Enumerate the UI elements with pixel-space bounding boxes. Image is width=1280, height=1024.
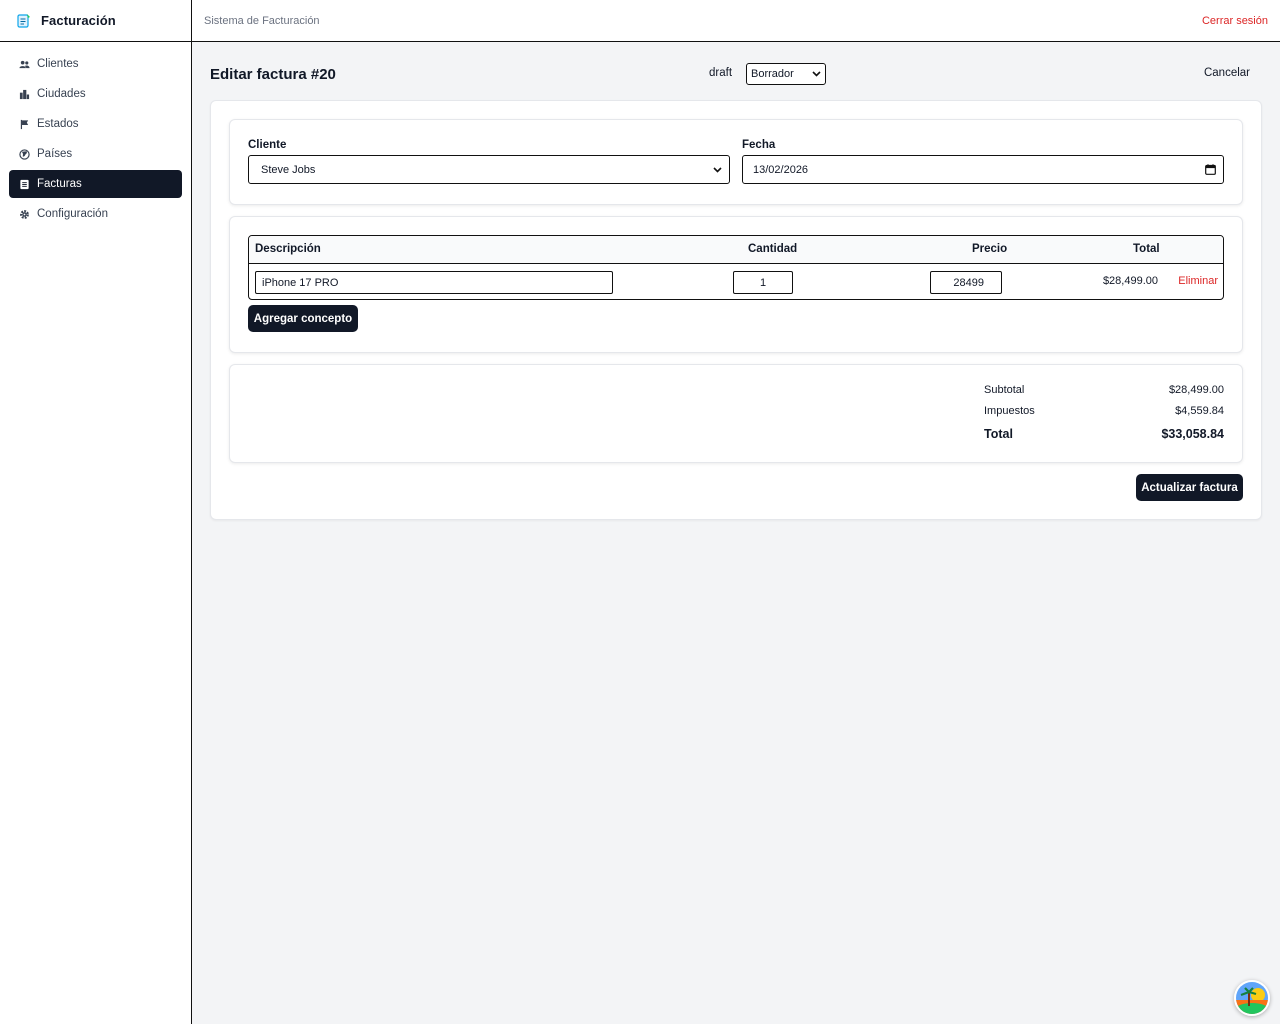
quantity-value: 1	[759, 276, 767, 289]
cancel-link[interactable]: Cancelar	[1204, 67, 1250, 79]
avatar[interactable]	[1234, 980, 1270, 1016]
client-select-value: Steve Jobs	[261, 163, 316, 176]
table-header: Descripción Cantidad Precio Total	[249, 236, 1223, 264]
remove-item-button[interactable]: Eliminar	[1178, 275, 1218, 287]
date-label: Fecha	[742, 139, 776, 151]
subtotal-value: $28,499.00	[1168, 384, 1224, 396]
users-icon	[19, 60, 30, 68]
sidebar-item-label: Estados	[37, 118, 79, 130]
system-name: Sistema de Facturación	[204, 14, 320, 27]
description-input[interactable]: iPhone 17 PRO	[255, 271, 613, 294]
sidebar-item-estados[interactable]: Estados	[9, 110, 182, 138]
header-price: Precio	[972, 243, 1008, 255]
app-title: Facturación	[41, 13, 116, 28]
sidebar-item-label: Países	[37, 148, 73, 160]
beach-avatar-icon	[1236, 982, 1268, 1014]
line-items-table: Descripción Cantidad Precio Total iPhone…	[248, 235, 1224, 300]
brand: Facturación	[0, 0, 191, 42]
subtotal-label: Subtotal	[984, 384, 1025, 396]
totals-panel: Subtotal $28,499.00 Impuestos $4,559.84 …	[229, 364, 1243, 463]
sidebar-item-ciudades[interactable]: Ciudades	[9, 80, 182, 108]
update-invoice-button[interactable]: Actualizar factura	[1136, 474, 1243, 501]
client-label: Cliente	[248, 139, 287, 151]
sidebar-item-configuracion[interactable]: Configuración	[9, 200, 182, 228]
buildings-icon	[19, 89, 30, 99]
topbar: Sistema de Facturación Cerrar sesión	[192, 0, 1280, 42]
gear-icon	[20, 209, 29, 219]
date-input[interactable]: 13/02/2026	[742, 155, 1224, 184]
quantity-input[interactable]: 1	[733, 271, 793, 294]
client-select[interactable]: Steve Jobs	[248, 155, 730, 184]
status-text: draft	[709, 67, 733, 79]
status-select-value: Borrador	[751, 68, 794, 80]
total-label: Total	[984, 427, 1013, 441]
header-quantity: Cantidad	[748, 243, 798, 255]
app-logo-icon	[17, 13, 30, 28]
line-items-panel: Descripción Cantidad Precio Total iPhone…	[229, 216, 1243, 353]
price-value: 28499	[953, 276, 984, 289]
globe-icon	[19, 148, 30, 160]
invoice-icon	[20, 179, 29, 189]
sidebar-nav: Clientes Ciudades Estados Países Factura…	[0, 42, 191, 228]
invoice-card: Cliente Steve Jobs Fecha 13/02/2026 Desc…	[210, 100, 1262, 520]
sidebar-item-facturas[interactable]: Facturas	[9, 170, 182, 198]
main-content: Editar factura #20 draft Borrador Cancel…	[192, 42, 1280, 1024]
price-input[interactable]: 28499	[930, 271, 1002, 294]
sidebar-item-label: Ciudades	[37, 88, 86, 100]
description-value: iPhone 17 PRO	[262, 276, 339, 289]
sidebar-item-label: Facturas	[37, 178, 82, 190]
tax-label: Impuestos	[984, 405, 1035, 417]
total-value: $33,058.84	[1161, 427, 1224, 441]
sidebar-item-label: Configuración	[37, 208, 108, 220]
add-item-button[interactable]: Agregar concepto	[248, 305, 358, 332]
calendar-icon[interactable]	[1205, 164, 1216, 175]
page-title: Editar factura #20	[210, 66, 336, 83]
table-row: iPhone 17 PRO 1 28499 $28,499.00 Elimina…	[249, 264, 1223, 299]
sidebar-item-paises[interactable]: Países	[9, 140, 182, 168]
date-input-value: 13/02/2026	[753, 163, 809, 176]
chevron-down-icon	[812, 71, 821, 77]
row-total: $28,499.00	[1102, 275, 1158, 287]
logout-link[interactable]: Cerrar sesión	[1202, 15, 1268, 27]
header-total: Total	[1133, 243, 1160, 255]
sidebar-item-clientes[interactable]: Clientes	[9, 50, 182, 78]
header-description: Descripción	[255, 243, 321, 255]
invoice-header-panel: Cliente Steve Jobs Fecha 13/02/2026	[229, 119, 1243, 205]
sidebar-item-label: Clientes	[37, 58, 79, 70]
tax-value: $4,559.84	[1175, 405, 1224, 417]
status-select[interactable]: Borrador	[746, 63, 826, 85]
flag-icon	[20, 119, 29, 129]
sidebar: Facturación Clientes Ciudades Estados Pa…	[0, 0, 192, 1024]
chevron-down-icon	[713, 166, 722, 173]
